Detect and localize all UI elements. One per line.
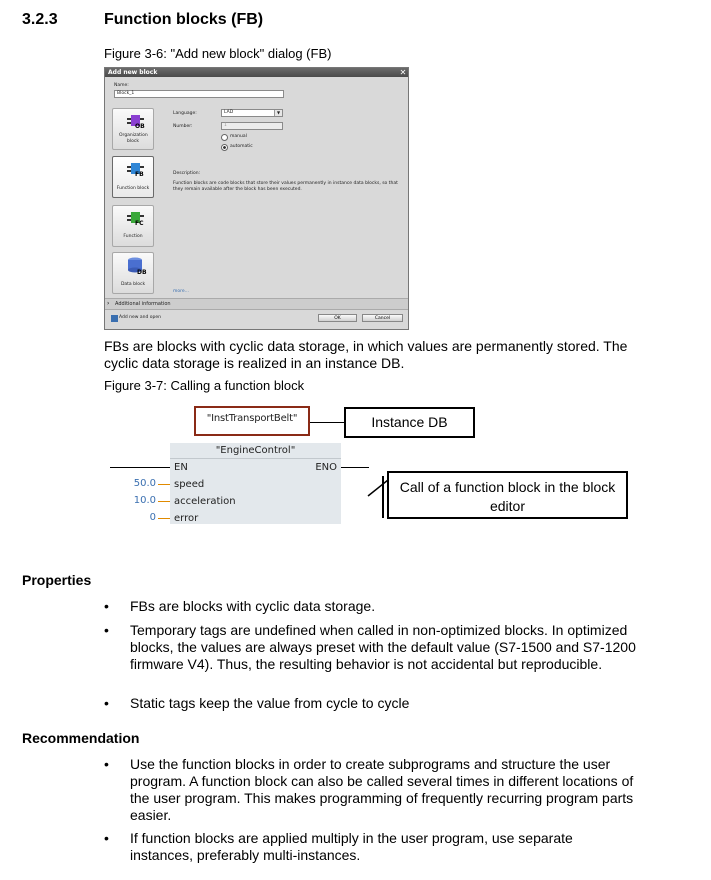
language-value: LAD (224, 110, 234, 115)
speed-value: 50.0 (133, 478, 156, 489)
error-wire (158, 518, 170, 519)
additional-info-bar[interactable]: › Additional information (105, 298, 408, 310)
dialog-title: Add new block (105, 68, 408, 77)
properties-heading: Properties (22, 572, 92, 588)
instance-db-box: "InstTransportBelt" (194, 406, 310, 436)
organization-block-label: Organization block (119, 133, 148, 144)
ob-badge: OB (135, 123, 145, 130)
chevron-down-icon[interactable]: ▼ (274, 110, 282, 116)
section-number: 3.2.3 (22, 11, 58, 28)
eno-pin: ENO (315, 462, 337, 473)
ok-button[interactable]: OK (318, 314, 357, 322)
instance-db-callout: Instance DB (344, 407, 475, 438)
error-value: 0 (149, 512, 156, 523)
number-label: Number: (173, 124, 193, 129)
paragraph-fb-intro: FBs are blocks with cyclic data storage,… (104, 338, 628, 371)
radio-automatic[interactable] (221, 144, 228, 151)
fc-badge: FC (135, 220, 144, 227)
acceleration-value: 10.0 (133, 495, 156, 506)
instance-connector (310, 422, 346, 423)
name-input[interactable]: Block_1 (114, 90, 284, 98)
instance-name: "InstTransportBelt" (206, 413, 298, 424)
properties-item-2: Temporary tags are undefined when called… (130, 622, 636, 672)
cancel-button[interactable]: Cancel (362, 314, 403, 322)
language-select[interactable]: LAD ▼ (221, 109, 283, 117)
function-label: Function (123, 234, 143, 239)
radio-manual[interactable] (221, 134, 228, 141)
add-new-block-dialog: Add new block ✕ Name: Block_1 OB Organiz… (104, 67, 409, 330)
figure-caption-2: Figure 3-7: Calling a function block (104, 378, 305, 393)
en-pin: EN (174, 462, 188, 473)
additional-info-label: Additional information (115, 301, 171, 307)
description-text: Function blocks are code blocks that sto… (173, 181, 398, 192)
add-new-open-label: Add new and open (119, 315, 162, 320)
speed-wire (158, 484, 170, 485)
recommendation-item-1: Use the function blocks in order to crea… (130, 756, 634, 823)
data-block-button[interactable]: DB Data block (112, 252, 154, 294)
figure-caption-1: Figure 3-6: "Add new block" dialog (FB) (104, 46, 332, 61)
close-icon[interactable]: ✕ (399, 68, 407, 77)
function-button[interactable]: FC Function (112, 205, 154, 247)
number-stepper[interactable]: 1 (221, 122, 283, 130)
call-bracket (382, 476, 384, 518)
organization-block-button[interactable]: OB Organization block (112, 108, 154, 150)
data-block-label: Data block (120, 282, 146, 287)
call-callout: Call of a function block in the block ed… (387, 471, 628, 519)
more-link[interactable]: more... (173, 289, 189, 294)
bullet-1: • (104, 598, 109, 614)
language-label: Language: (173, 111, 197, 116)
section-title: Function blocks (FB) (104, 11, 264, 28)
function-block-label: Function block (116, 186, 150, 191)
bullet-3: • (104, 695, 109, 711)
pin-error: error (174, 513, 199, 524)
function-block-call: "EngineControl" EN ENO speed acceleratio… (170, 443, 341, 524)
bullet-4: • (104, 756, 109, 772)
pin-acceleration: acceleration (174, 496, 236, 507)
fb-badge: FB (135, 171, 144, 178)
name-label: Name: (114, 83, 129, 88)
db-badge: DB (137, 269, 147, 276)
properties-item-3: Static tags keep the value from cycle to… (130, 695, 410, 711)
recommendation-item-2: If function blocks are applied multiply … (130, 830, 573, 863)
bullet-2: • (104, 622, 109, 638)
acceleration-wire (158, 501, 170, 502)
pin-speed: speed (174, 479, 205, 490)
radio-automatic-label: automatic (230, 144, 253, 149)
function-block-button[interactable]: FB Function block (112, 156, 154, 198)
number-value: 1 (224, 123, 227, 128)
properties-item-1: FBs are blocks with cyclic data storage. (130, 598, 376, 614)
en-wire (110, 467, 170, 468)
chevron-right-icon[interactable]: › (107, 299, 109, 308)
recommendation-heading: Recommendation (22, 730, 140, 746)
bullet-5: • (104, 830, 109, 846)
eno-wire (341, 467, 369, 468)
add-new-open-checkbox[interactable] (111, 315, 118, 322)
description-label: Description: (173, 171, 201, 176)
radio-manual-label: manual (230, 134, 247, 139)
block-name: "EngineControl" (170, 443, 341, 459)
